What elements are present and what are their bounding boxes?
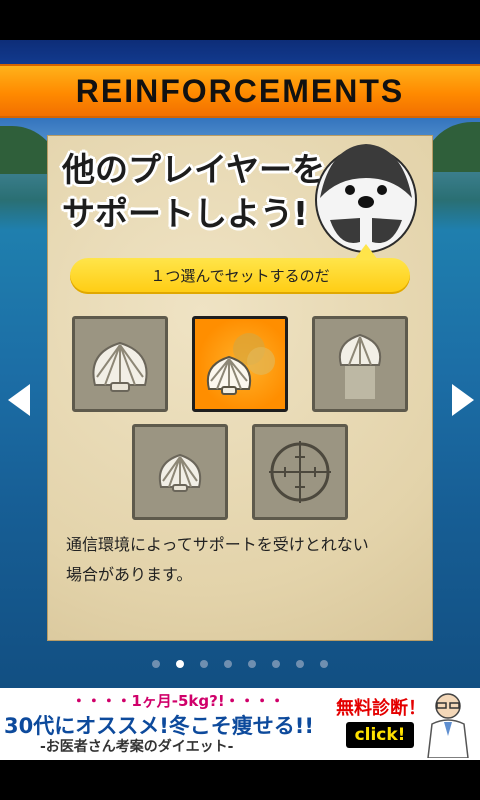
ad-line-3: -お医者さん考案のダイエット- [40, 739, 234, 755]
instruction-bubble: １つ選んでセットするのだ [70, 244, 410, 294]
navigation-bar [0, 760, 480, 800]
next-page-arrow-icon[interactable] [452, 384, 474, 416]
support-option-4[interactable] [132, 424, 228, 520]
page-dot[interactable] [296, 660, 304, 668]
ad-banner[interactable]: ・・・・1ヶ月-5kg?!・・・・ 30代にオススメ!冬こそ痩せる!! -お医者… [0, 688, 480, 760]
page-dot-current[interactable] [176, 660, 184, 668]
shell-small-icon [158, 453, 202, 492]
support-option-5[interactable] [252, 424, 348, 520]
support-option-2[interactable] [192, 316, 288, 412]
ad-click-button[interactable]: click! [346, 722, 414, 748]
headline-line-2: サポートしよう! [62, 194, 309, 233]
page-dot[interactable] [224, 660, 232, 668]
instruction-text: １つ選んでセットするのだ [150, 267, 330, 285]
note-line-2: 場合があります。 [66, 565, 193, 584]
page-dot[interactable] [152, 660, 160, 668]
shell-boost-icon [207, 333, 275, 395]
page-indicator [0, 660, 480, 672]
shell-icon [92, 341, 148, 392]
ad-line-1: ・・・・1ヶ月-5kg?!・・・・ [71, 692, 285, 710]
page-dot[interactable] [272, 660, 280, 668]
headline: 他のプレイヤーを サポートしよう! [62, 148, 330, 236]
previous-page-arrow-icon[interactable] [8, 384, 30, 416]
headline-line-1: 他のプレイヤーを [62, 150, 326, 189]
otter-mascot [315, 144, 417, 253]
status-bar [0, 0, 480, 40]
ad-badge: 無料診断！ [336, 698, 426, 719]
support-option-3[interactable] [312, 316, 408, 412]
support-option-1[interactable] [72, 316, 168, 412]
shell-fade-icon [338, 333, 382, 399]
page-title: REINFORCEMENTS [75, 73, 405, 109]
page-dot[interactable] [200, 660, 208, 668]
note-text: 通信環境によってサポートを受けとれない 場合があります。 [66, 530, 416, 590]
note-line-1: 通信環境によってサポートを受けとれない [66, 535, 369, 554]
page-dot[interactable] [248, 660, 256, 668]
crosshair-icon [269, 441, 331, 503]
doctor-icon [427, 693, 469, 758]
page-dot[interactable] [320, 660, 328, 668]
title-banner: REINFORCEMENTS [0, 64, 480, 118]
